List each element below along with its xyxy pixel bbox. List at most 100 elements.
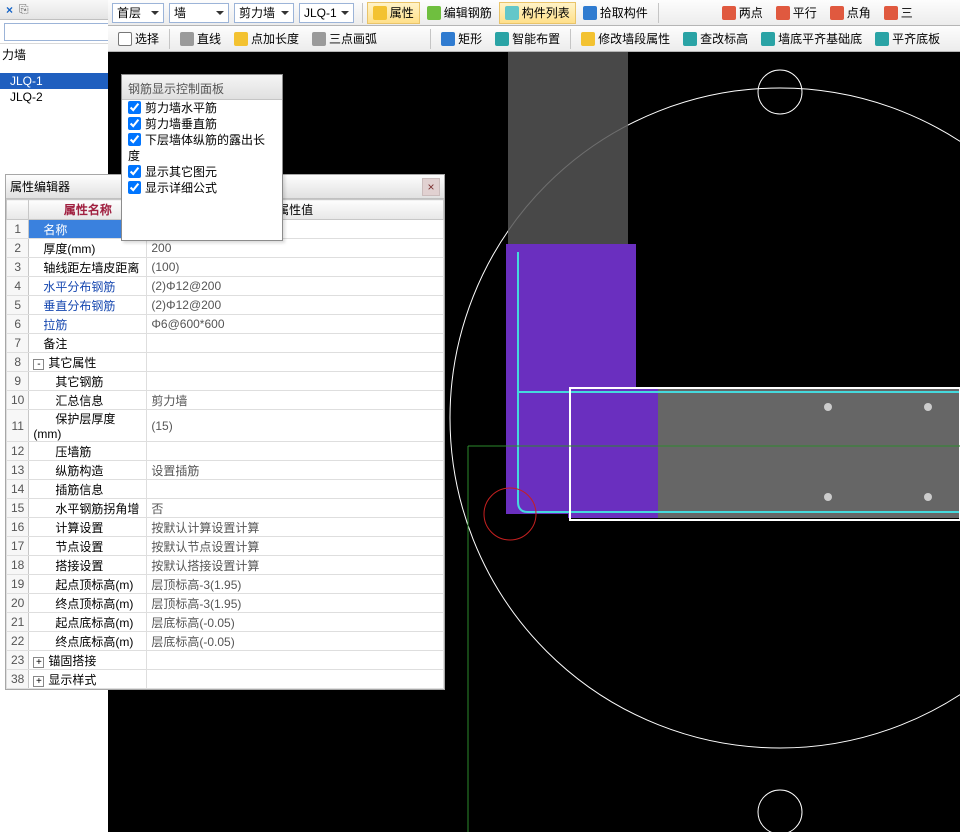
close-button[interactable]: × (422, 178, 440, 196)
property-value[interactable]: 层底标高(-0.05) (147, 613, 444, 632)
point-angle-button[interactable]: 点角 (824, 2, 877, 24)
property-row[interactable]: 12压墙筋 (7, 442, 444, 461)
property-row[interactable]: 6拉筋Φ6@600*600 (7, 315, 444, 334)
subcategory-dropdown[interactable]: 剪力墙 (234, 3, 294, 23)
attributes-button[interactable]: 属性 (367, 2, 420, 24)
property-value[interactable]: 剪力墙 (147, 391, 444, 410)
floor-dropdown[interactable]: 首层 (112, 3, 164, 23)
point-extend-button[interactable]: 点加长度 (228, 28, 305, 50)
rebar-option[interactable]: 下层墙体纵筋的露出长度 (122, 132, 282, 164)
property-value[interactable]: (100) (147, 258, 444, 277)
rebar-option[interactable]: 显示其它图元 (122, 164, 282, 180)
property-row[interactable]: 17节点设置按默认节点设置计算 (7, 537, 444, 556)
list-item[interactable]: JLQ-2 (0, 89, 108, 105)
property-value[interactable]: 按默认搭接设置计算 (147, 556, 444, 575)
row-number: 12 (7, 442, 29, 461)
rebar-display-panel[interactable]: 钢筋显示控制面板 剪力墙水平筋剪力墙垂直筋下层墙体纵筋的露出长度显示其它图元显示… (121, 74, 283, 241)
property-row[interactable]: 13纵筋构造设置插筋 (7, 461, 444, 480)
list-icon (505, 6, 519, 20)
property-value[interactable]: 层顶标高-3(1.95) (147, 575, 444, 594)
property-row[interactable]: 2厚度(mm)200 (7, 239, 444, 258)
smart-layout-button[interactable]: 智能布置 (489, 28, 566, 50)
property-value[interactable] (147, 442, 444, 461)
property-value[interactable]: 设置插筋 (147, 461, 444, 480)
copy-icon[interactable]: ⎘ (19, 2, 29, 17)
property-row[interactable]: 38+显示样式 (7, 670, 444, 689)
left-category-title: 力墙 (0, 44, 108, 73)
component-list-button[interactable]: 构件列表 (499, 2, 576, 24)
row-number: 17 (7, 537, 29, 556)
property-row[interactable]: 5垂直分布钢筋(2)Φ12@200 (7, 296, 444, 315)
two-points-button[interactable]: 两点 (716, 2, 769, 24)
row-number: 2 (7, 239, 29, 258)
property-value[interactable]: 按默认节点设置计算 (147, 537, 444, 556)
row-number: 21 (7, 613, 29, 632)
property-value[interactable]: 按默认计算设置计算 (147, 518, 444, 537)
property-value[interactable] (147, 480, 444, 499)
category-dropdown[interactable]: 墙 (169, 3, 229, 23)
checkbox[interactable] (128, 181, 141, 194)
property-value[interactable]: Φ6@600*600 (147, 315, 444, 334)
property-row[interactable]: 4水平分布钢筋(2)Φ12@200 (7, 277, 444, 296)
property-name: -其它属性 (29, 353, 147, 372)
property-row[interactable]: 21起点底标高(m)层底标高(-0.05) (7, 613, 444, 632)
property-value[interactable]: 否 (147, 499, 444, 518)
rect-icon (441, 32, 455, 46)
property-value[interactable]: 200 (147, 239, 444, 258)
property-row[interactable]: 10汇总信息剪力墙 (7, 391, 444, 410)
checkbox[interactable] (128, 133, 141, 146)
property-row[interactable]: 14插筋信息 (7, 480, 444, 499)
row-number-header (7, 200, 29, 220)
edit-rebar-button[interactable]: 编辑钢筋 (421, 2, 498, 24)
property-value[interactable]: 层顶标高-3(1.95) (147, 594, 444, 613)
flush-bottom-button[interactable]: 平齐底板 (869, 28, 946, 50)
arc3-button[interactable]: 三点画弧 (306, 28, 383, 50)
check-elevation-button[interactable]: 查改标高 (677, 28, 754, 50)
rebar-option[interactable]: 剪力墙水平筋 (122, 100, 282, 116)
property-row[interactable]: 19起点顶标高(m)层顶标高-3(1.95) (7, 575, 444, 594)
adjust-wall-button[interactable]: 修改墙段属性 (575, 28, 676, 50)
checkbox[interactable] (128, 165, 141, 178)
attributes-icon (373, 6, 387, 20)
property-value[interactable] (147, 372, 444, 391)
pick-component-button[interactable]: 拾取构件 (577, 2, 654, 24)
checkbox[interactable] (128, 117, 141, 130)
rect-button[interactable]: 矩形 (435, 28, 488, 50)
property-value[interactable] (147, 670, 444, 689)
property-value[interactable]: 层底标高(-0.05) (147, 632, 444, 651)
row-number: 20 (7, 594, 29, 613)
property-row[interactable]: 7备注 (7, 334, 444, 353)
property-row[interactable]: 15水平钢筋拐角增否 (7, 499, 444, 518)
component-dropdown[interactable]: JLQ-1 (299, 3, 354, 23)
tri-button[interactable]: 三 (878, 2, 919, 24)
rebar-option[interactable]: 显示详细公式 (122, 180, 282, 196)
rebar-option[interactable]: 剪力墙垂直筋 (122, 116, 282, 132)
property-value[interactable] (147, 334, 444, 353)
flush-icon (875, 32, 889, 46)
property-name: 轴线距左墙皮距离 (29, 258, 147, 277)
property-row[interactable]: 16计算设置按默认计算设置计算 (7, 518, 444, 537)
property-value[interactable]: (2)Φ12@200 (147, 277, 444, 296)
property-row[interactable]: 20终点顶标高(m)层顶标高-3(1.95) (7, 594, 444, 613)
row-number: 15 (7, 499, 29, 518)
property-value[interactable]: (15) (147, 410, 444, 442)
property-row[interactable]: 18搭接设置按默认搭接设置计算 (7, 556, 444, 575)
back-icon[interactable]: × (6, 3, 13, 17)
property-value[interactable] (147, 353, 444, 372)
parallel-button[interactable]: 平行 (770, 2, 823, 24)
select-button[interactable]: 选择 (112, 28, 165, 50)
property-row[interactable]: 8-其它属性 (7, 353, 444, 372)
list-item[interactable]: JLQ-1 (0, 73, 108, 89)
property-editor-panel[interactable]: 属性编辑器 × 属性名称 属性值 1名称2厚度(mm)2003轴线距左墙皮距离(… (5, 174, 445, 690)
row-number: 22 (7, 632, 29, 651)
line-button[interactable]: 直线 (174, 28, 227, 50)
property-row[interactable]: 22终点底标高(m)层底标高(-0.05) (7, 632, 444, 651)
checkbox[interactable] (128, 101, 141, 114)
property-row[interactable]: 9其它钢筋 (7, 372, 444, 391)
property-row[interactable]: 3轴线距左墙皮距离(100) (7, 258, 444, 277)
property-row[interactable]: 23+锚固搭接 (7, 651, 444, 670)
property-row[interactable]: 11保护层厚度(mm)(15) (7, 410, 444, 442)
property-value[interactable]: (2)Φ12@200 (147, 296, 444, 315)
flush-foundation-button[interactable]: 墙底平齐基础底 (755, 28, 868, 50)
property-value[interactable] (147, 651, 444, 670)
